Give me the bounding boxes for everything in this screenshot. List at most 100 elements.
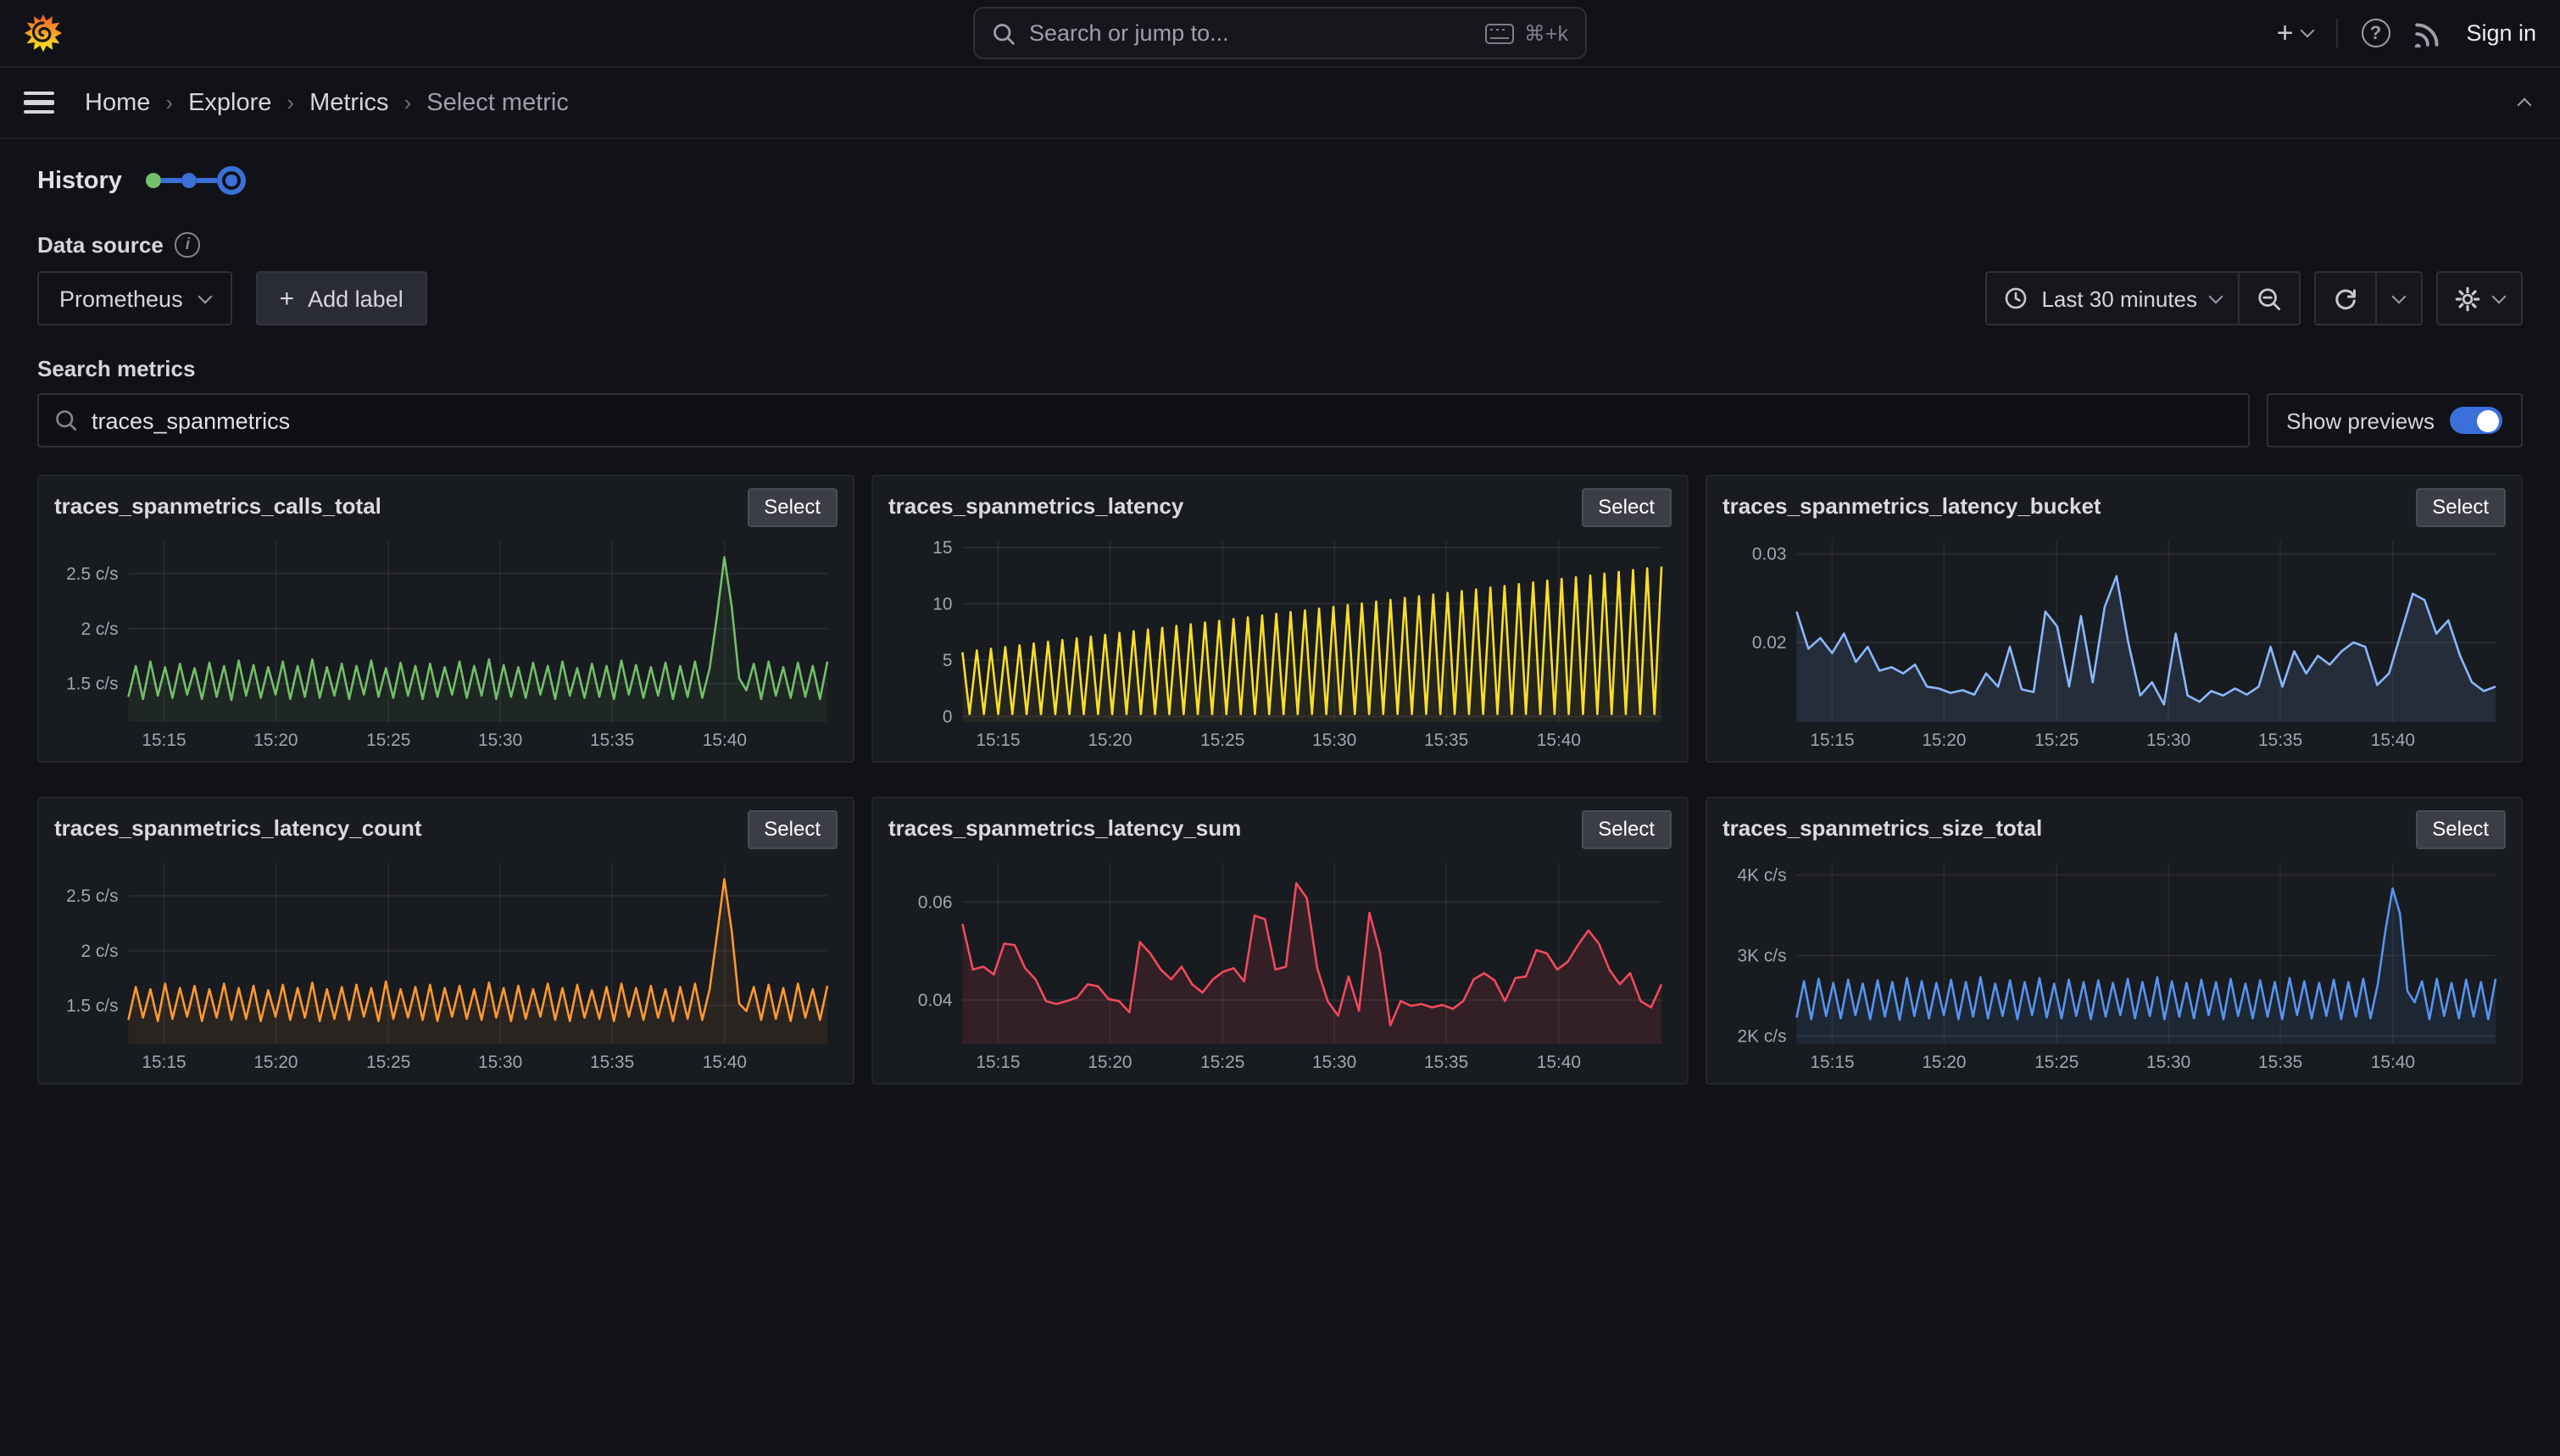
metric-preview-chart[interactable]: 1.5 c/s2 c/s2.5 c/s15:1515:2015:2515:301… <box>54 853 838 1075</box>
breadcrumb-separator-icon: › <box>287 90 294 115</box>
breadcrumb-explore[interactable]: Explore <box>188 89 271 116</box>
metric-preview-chart[interactable]: 2K c/s3K c/s4K c/s15:1515:2015:2515:3015… <box>1722 853 2506 1075</box>
metric-panel: traces_spanmetrics_size_total Select 2K … <box>1706 797 2523 1085</box>
settings-button[interactable] <box>2436 271 2523 325</box>
svg-text:15:35: 15:35 <box>1424 1053 1468 1072</box>
datasource-section-label: Data source i <box>37 232 2523 258</box>
svg-text:15:20: 15:20 <box>1088 1053 1132 1072</box>
refresh-icon <box>2333 286 2358 311</box>
breadcrumb-home[interactable]: Home <box>85 89 150 116</box>
refresh-interval-dropdown[interactable] <box>2377 271 2423 325</box>
metric-panel: traces_spanmetrics_calls_total Select 1.… <box>37 475 854 763</box>
svg-text:0.02: 0.02 <box>1752 633 1787 653</box>
metric-panel: traces_spanmetrics_latency_sum Select 0.… <box>871 797 1689 1085</box>
svg-text:15:35: 15:35 <box>1424 731 1468 750</box>
collapse-header-button[interactable] <box>2513 81 2536 125</box>
metric-panel: traces_spanmetrics_latency_bucket Select… <box>1706 475 2523 763</box>
time-picker-group: Last 30 minutes <box>1985 271 2301 325</box>
select-button[interactable]: Select <box>1581 810 1672 849</box>
datasource-picker[interactable]: Prometheus <box>37 271 232 325</box>
select-button[interactable]: Select <box>747 810 838 849</box>
global-search-placeholder: Search or jump to... <box>1029 20 1472 46</box>
breadcrumb: Home › Explore › Metrics › Select metric <box>85 89 569 116</box>
search-row: traces_spanmetrics Show previews <box>37 393 2523 447</box>
svg-text:15:20: 15:20 <box>253 1053 298 1072</box>
time-range-picker[interactable]: Last 30 minutes <box>1985 271 2240 325</box>
svg-text:15:15: 15:15 <box>976 731 1020 750</box>
svg-text:15:40: 15:40 <box>1537 731 1581 750</box>
breadcrumb-metrics[interactable]: Metrics <box>309 89 388 116</box>
history-timeline[interactable] <box>146 166 246 195</box>
select-button[interactable]: Select <box>2415 488 2506 527</box>
metric-preview-chart[interactable]: 0.040.0615:1515:2015:2515:3015:3515:40 <box>888 853 1672 1075</box>
grafana-app: Search or jump to... ⌘+k + ? Sign in Hom… <box>0 0 2560 1456</box>
refresh-button[interactable] <box>2314 271 2377 325</box>
chevron-down-icon <box>2392 289 2407 303</box>
svg-text:15:35: 15:35 <box>2258 731 2302 750</box>
breadcrumb-separator-icon: › <box>165 90 173 115</box>
svg-text:15:15: 15:15 <box>1810 1053 1854 1072</box>
svg-text:15:25: 15:25 <box>1200 731 1244 750</box>
menu-toggle-icon[interactable] <box>24 92 54 114</box>
metric-preview-chart[interactable]: 0.020.0315:1515:2015:2515:3015:3515:40 <box>1722 531 2506 753</box>
new-menu-button[interactable]: + <box>2277 19 2312 47</box>
news-rss-icon[interactable] <box>2413 19 2442 47</box>
datasource-selected: Prometheus <box>59 286 183 311</box>
svg-text:15:35: 15:35 <box>590 1053 634 1072</box>
refresh-group <box>2314 271 2423 325</box>
svg-text:15:40: 15:40 <box>703 1053 747 1072</box>
add-label-button[interactable]: + Add label <box>256 271 427 325</box>
svg-text:15:30: 15:30 <box>1312 731 1356 750</box>
panel-header: traces_spanmetrics_latency_bucket Select <box>1722 488 2506 527</box>
panel-title: traces_spanmetrics_latency_sum <box>888 810 1241 841</box>
chevron-down-icon <box>198 289 212 303</box>
svg-text:15:35: 15:35 <box>2258 1053 2302 1072</box>
chevron-down-icon <box>2209 289 2223 303</box>
svg-text:15:30: 15:30 <box>2146 731 2190 750</box>
sign-in-button[interactable]: Sign in <box>2466 20 2536 46</box>
global-search-input[interactable]: Search or jump to... ⌘+k <box>973 7 1587 59</box>
svg-text:15:20: 15:20 <box>1922 731 1966 750</box>
metric-preview-chart[interactable]: 1.5 c/s2 c/s2.5 c/s15:1515:2015:2515:301… <box>54 531 838 753</box>
help-icon[interactable]: ? <box>2361 19 2390 47</box>
svg-text:15:15: 15:15 <box>142 1053 186 1072</box>
svg-text:15:20: 15:20 <box>253 731 298 750</box>
svg-text:1.5 c/s: 1.5 c/s <box>66 997 118 1016</box>
svg-text:15:30: 15:30 <box>1312 1053 1356 1072</box>
show-previews-toggle[interactable] <box>2450 407 2502 435</box>
metric-panel: traces_spanmetrics_latency_count Select … <box>37 797 854 1085</box>
zoom-out-icon <box>2257 286 2282 311</box>
breadcrumb-separator-icon: › <box>404 90 412 115</box>
svg-text:2K c/s: 2K c/s <box>1738 1026 1787 1046</box>
history-step-current-icon[interactable] <box>217 166 246 195</box>
add-label-text: Add label <box>308 286 403 311</box>
plus-icon: + <box>2277 19 2294 47</box>
time-range-label: Last 30 minutes <box>2041 286 2197 311</box>
svg-text:15:35: 15:35 <box>590 731 634 750</box>
select-button[interactable]: Select <box>1581 488 1672 527</box>
metric-panels-grid: traces_spanmetrics_calls_total Select 1.… <box>37 475 2523 1085</box>
svg-text:15:25: 15:25 <box>366 1053 410 1072</box>
svg-text:0: 0 <box>943 707 953 726</box>
history-label: History <box>37 167 122 194</box>
metric-preview-chart[interactable]: 05101515:1515:2015:2515:3015:3515:40 <box>888 531 1672 753</box>
zoom-out-button[interactable] <box>2240 271 2301 325</box>
search-metrics-value: traces_spanmetrics <box>92 408 290 433</box>
svg-text:2.5 c/s: 2.5 c/s <box>66 564 118 584</box>
select-button[interactable]: Select <box>747 488 838 527</box>
panel-title: traces_spanmetrics_latency_count <box>54 810 422 841</box>
svg-text:2.5 c/s: 2.5 c/s <box>66 886 118 906</box>
breadcrumb-bar: Home › Explore › Metrics › Select metric <box>0 68 2560 139</box>
svg-text:0.04: 0.04 <box>918 991 953 1010</box>
svg-text:0.06: 0.06 <box>918 892 953 912</box>
history-step-start-icon[interactable] <box>146 173 161 188</box>
top-nav-bar: Search or jump to... ⌘+k + ? Sign in <box>0 0 2560 68</box>
svg-text:2 c/s: 2 c/s <box>81 620 118 639</box>
info-icon[interactable]: i <box>175 233 200 258</box>
search-metrics-input[interactable]: traces_spanmetrics <box>37 393 2249 447</box>
svg-text:15:15: 15:15 <box>142 731 186 750</box>
select-button[interactable]: Select <box>2415 810 2506 849</box>
history-step-icon[interactable] <box>181 173 197 188</box>
svg-text:15:25: 15:25 <box>2034 731 2079 750</box>
grafana-logo-icon[interactable] <box>24 14 63 53</box>
